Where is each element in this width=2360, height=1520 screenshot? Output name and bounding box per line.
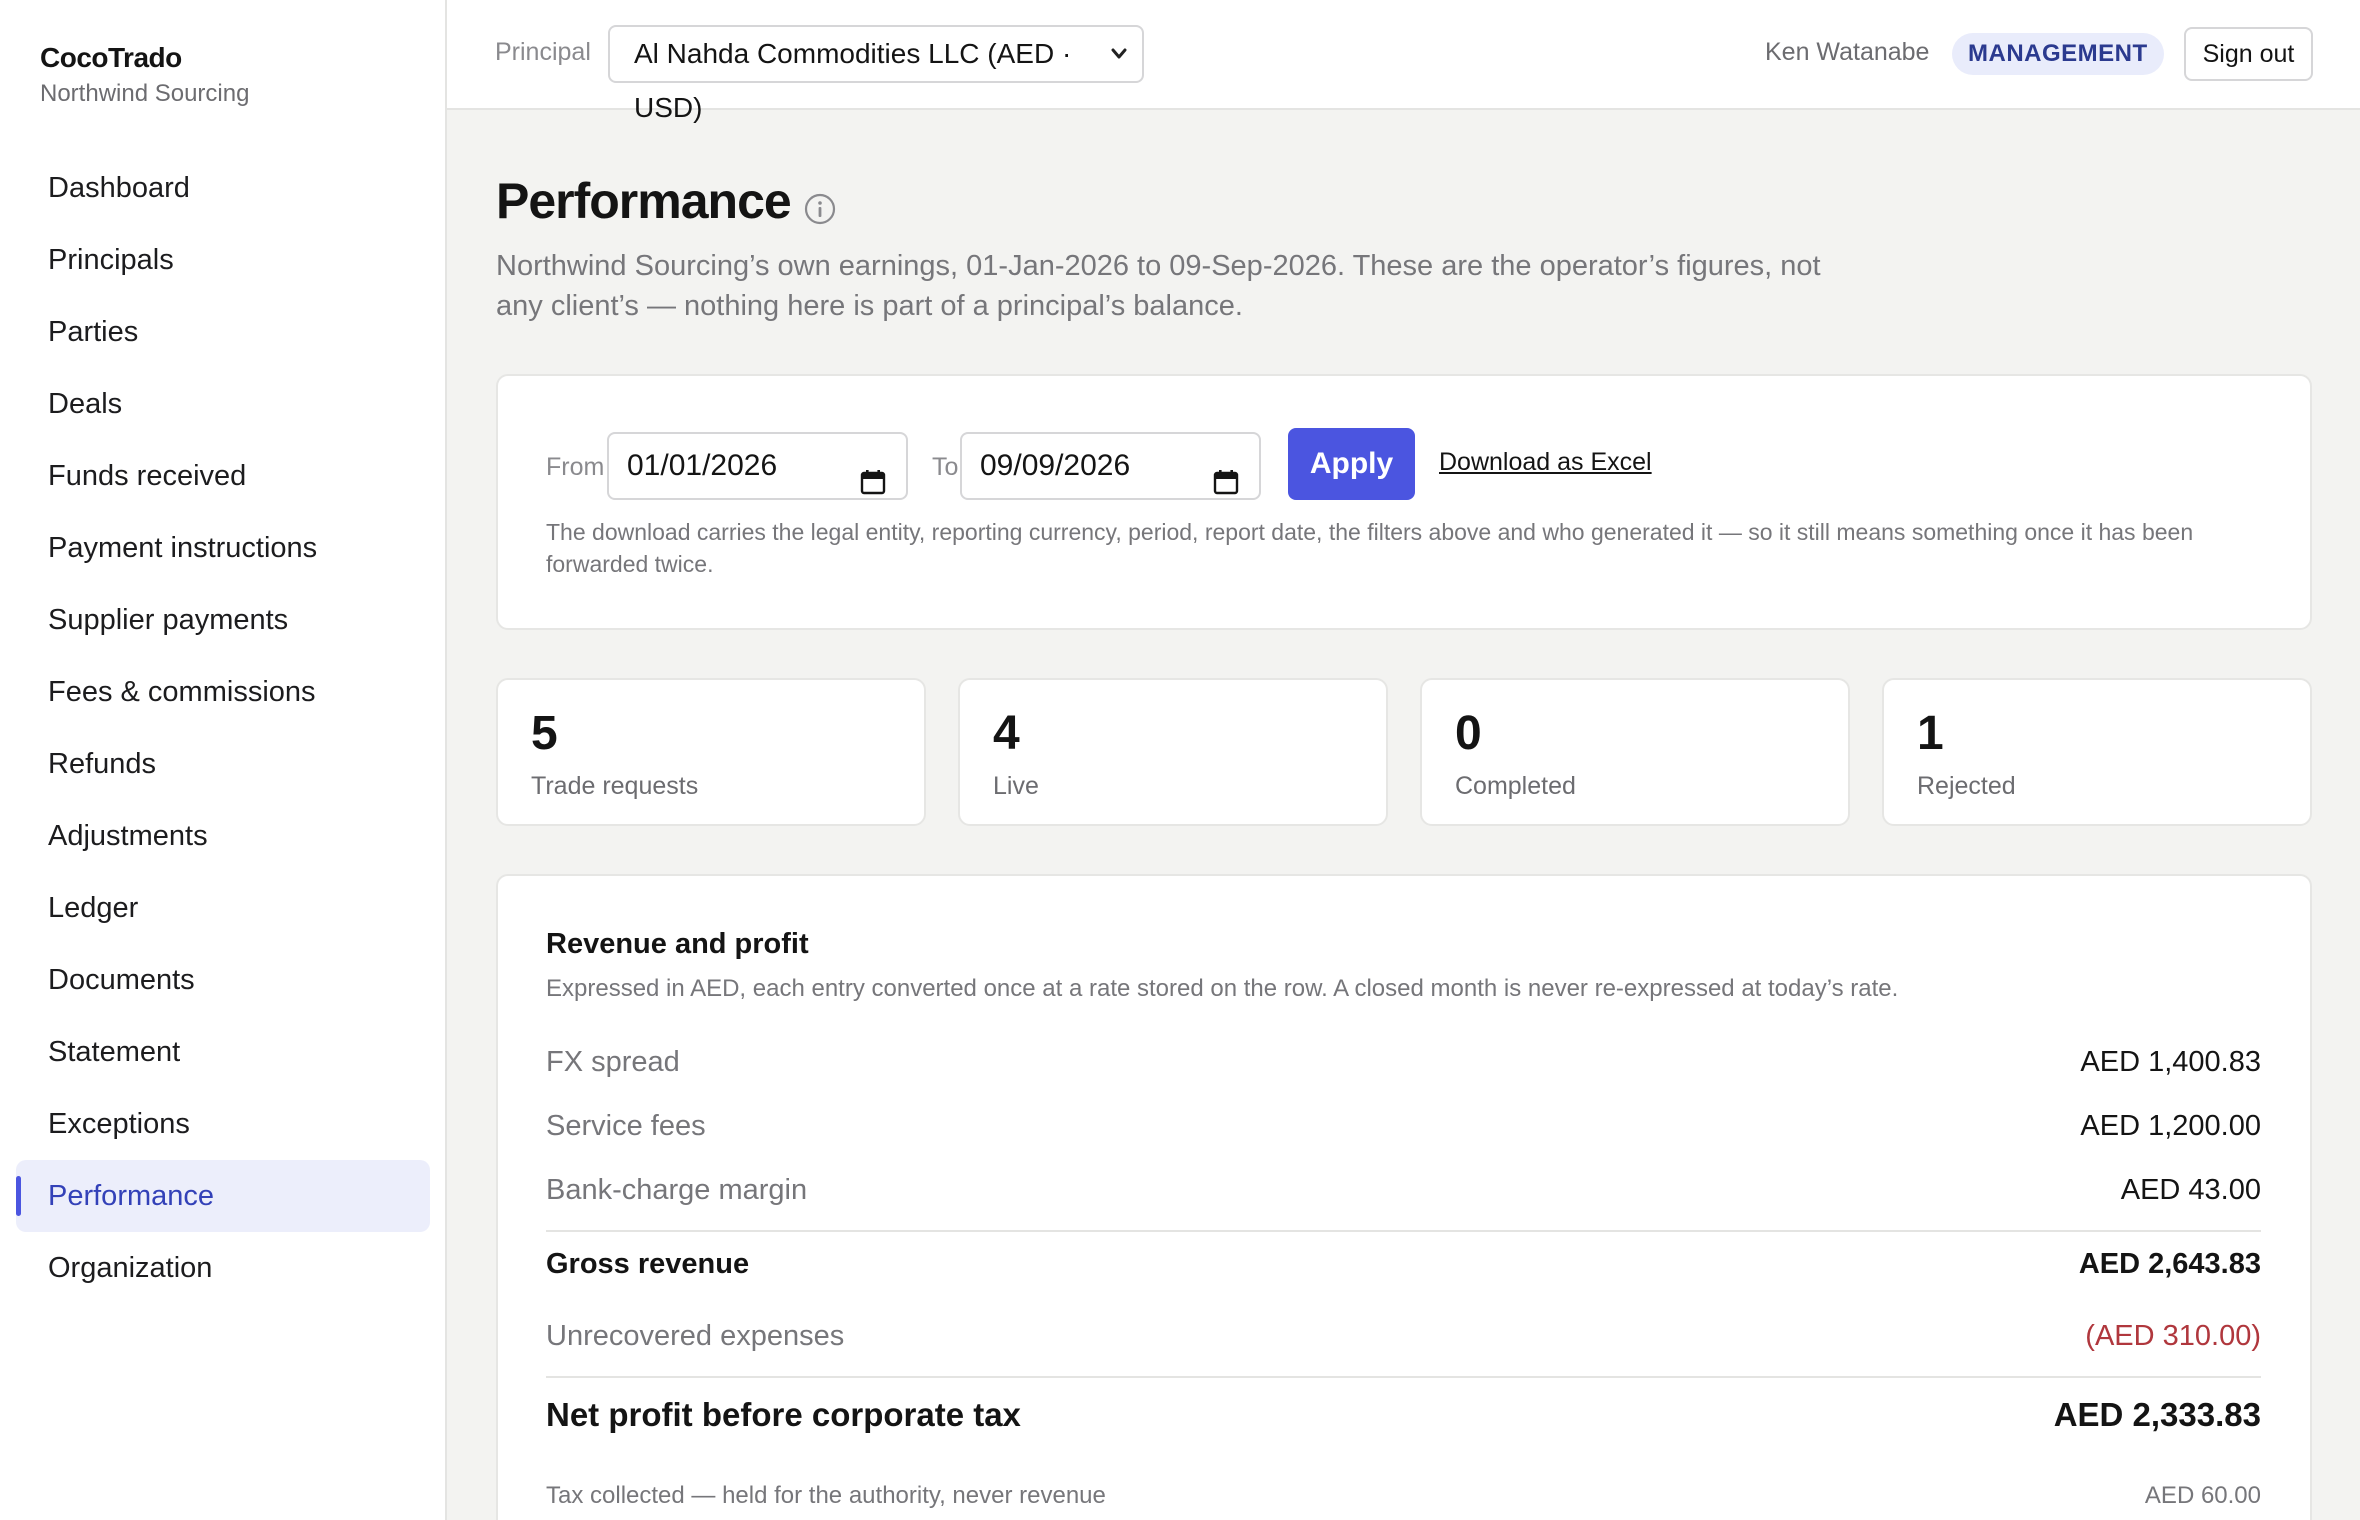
row-label: Net profit before corporate tax (546, 1396, 1021, 1433)
sidebar-item-fees-commissions[interactable]: Fees & commissions (16, 656, 430, 728)
sidebar-item-organization[interactable]: Organization (16, 1232, 430, 1304)
sidebar-item-adjustments[interactable]: Adjustments (16, 800, 430, 872)
sidebar-item-parties[interactable]: Parties (16, 296, 430, 368)
stat-value: 5 (531, 707, 558, 760)
from-label: From (546, 453, 605, 481)
row-label: Tax collected — held for the authority, … (546, 1482, 1106, 1509)
sign-out-button[interactable]: Sign out (2184, 27, 2313, 81)
role-badge: MANAGEMENT (1952, 33, 2164, 75)
filter-card: From 01/01/2026 To 09/09/2026 Apply Down… (496, 374, 2312, 630)
info-icon[interactable] (803, 192, 837, 226)
stat-label: Trade requests (531, 772, 699, 800)
stat-value: 1 (1917, 707, 1944, 760)
top-bar: Principal Al Nahda Commodities LLC (AED … (447, 0, 2360, 123)
download-excel-link[interactable]: Download as Excel (1439, 448, 1652, 477)
sidebar-item-exceptions[interactable]: Exceptions (16, 1088, 430, 1160)
row-value: AED 1,400.83 (2080, 1046, 2261, 1078)
row-value: AED 1,200.00 (2080, 1110, 2261, 1142)
stat-card-completed: 0 Completed (1420, 678, 1850, 826)
sidebar-item-principals[interactable]: Principals (16, 224, 430, 296)
row-value: AED 2,643.83 (2078, 1248, 2261, 1280)
chevron-down-icon (1110, 27, 1128, 101)
calendar-icon[interactable] (860, 454, 886, 495)
row-label: Unrecovered expenses (546, 1320, 845, 1352)
principal-select-value: Al Nahda Commodities LLC (AED · USD) (634, 38, 1072, 123)
row-value: (AED 310.00) (2085, 1320, 2261, 1352)
row-label: FX spread (546, 1046, 680, 1078)
row-label: Gross revenue (546, 1248, 750, 1280)
sidebar-item-funds-received[interactable]: Funds received (16, 440, 430, 512)
principal-select[interactable]: Al Nahda Commodities LLC (AED · USD) (608, 25, 1144, 123)
row-value: AED 60.00 (2144, 1482, 2261, 1509)
revenue-subtitle: Expressed in AED, each entry converted o… (546, 975, 1899, 1002)
page-subtitle: Northwind Sourcing’s own earnings, 01-Ja… (496, 250, 1821, 322)
apply-button[interactable]: Apply (1288, 428, 1415, 500)
stat-card-trade-requests: 5 Trade requests (496, 678, 926, 826)
stat-label: Live (993, 772, 1039, 800)
sidebar-nav: Dashboard Principals Parties Deals Funds… (16, 152, 430, 1304)
sidebar-item-ledger[interactable]: Ledger (16, 872, 430, 944)
to-label: To (932, 453, 959, 481)
revenue-title: Revenue and profit (546, 928, 809, 960)
sidebar-item-documents[interactable]: Documents (16, 944, 430, 1016)
brand-org: Northwind Sourcing (40, 80, 250, 107)
sidebar-item-dashboard[interactable]: Dashboard (16, 152, 430, 224)
sidebar-item-statement[interactable]: Statement (16, 1016, 430, 1088)
sidebar-item-performance[interactable]: Performance (16, 1160, 430, 1232)
page-title: Performance (496, 173, 792, 229)
divider (546, 1376, 2261, 1378)
stat-label: Completed (1455, 772, 1576, 800)
brand-name: CocoTrado (40, 42, 182, 73)
to-date-value: 09/09/2026 (980, 449, 1131, 482)
stat-value: 4 (993, 707, 1020, 760)
sidebar-item-supplier-payments[interactable]: Supplier payments (16, 584, 430, 656)
row-label: Bank-charge margin (546, 1174, 808, 1206)
row-value: AED 2,333.83 (2053, 1396, 2261, 1433)
sidebar-item-deals[interactable]: Deals (16, 368, 430, 440)
row-label: Service fees (546, 1110, 706, 1142)
stat-label: Rejected (1917, 772, 2016, 800)
to-date-input[interactable]: 09/09/2026 (960, 432, 1261, 500)
sidebar-item-payment-instructions[interactable]: Payment instructions (16, 512, 430, 584)
revenue-profit-card: Revenue and profit Expressed in AED, eac… (496, 874, 2312, 1520)
row-value: AED 43.00 (2120, 1174, 2261, 1206)
user-name: Ken Watanabe (1765, 38, 1930, 66)
principal-label: Principal (495, 38, 591, 66)
sidebar-item-refunds[interactable]: Refunds (16, 728, 430, 800)
brand[interactable]: CocoTrado Northwind Sourcing (40, 42, 249, 108)
sidebar: CocoTrado Northwind Sourcing Dashboard P… (0, 0, 447, 1520)
calendar-icon[interactable] (1213, 454, 1239, 495)
divider (546, 1230, 2261, 1232)
stat-card-rejected: 1 Rejected (1882, 678, 2312, 826)
download-note: The download carries the legal entity, r… (546, 519, 2194, 577)
stat-value: 0 (1455, 707, 1482, 760)
from-date-value: 01/01/2026 (627, 449, 778, 482)
from-date-input[interactable]: 01/01/2026 (607, 432, 908, 500)
stat-card-live: 4 Live (958, 678, 1388, 826)
